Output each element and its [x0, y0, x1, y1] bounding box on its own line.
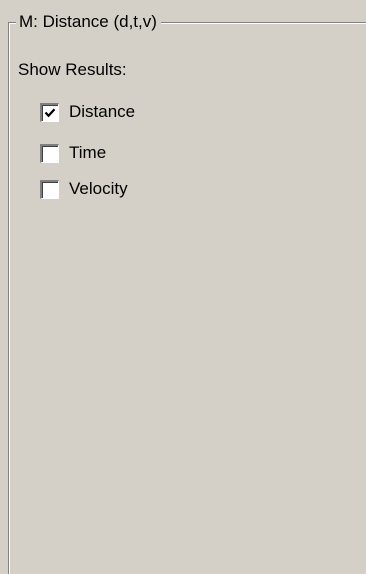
checkbox-distance-box[interactable]: [40, 102, 59, 122]
checkbox-velocity[interactable]: Velocity: [40, 177, 128, 201]
checkbox-time[interactable]: Time: [40, 141, 106, 165]
checkbox-time-box[interactable]: [40, 143, 59, 163]
group-box-title: M: Distance (d,t,v): [16, 11, 161, 33]
checkbox-distance[interactable]: Distance: [40, 100, 135, 124]
show-results-label: Show Results:: [18, 60, 127, 79]
checkbox-distance-label: Distance: [69, 102, 136, 121]
results-panel: M: Distance (d,t,v) Show Results: Distan…: [0, 0, 366, 574]
checkbox-time-label: Time: [69, 143, 107, 162]
checkbox-velocity-box[interactable]: [40, 179, 59, 199]
checkmark-icon: [44, 107, 56, 117]
checkbox-velocity-label: Velocity: [69, 179, 128, 198]
